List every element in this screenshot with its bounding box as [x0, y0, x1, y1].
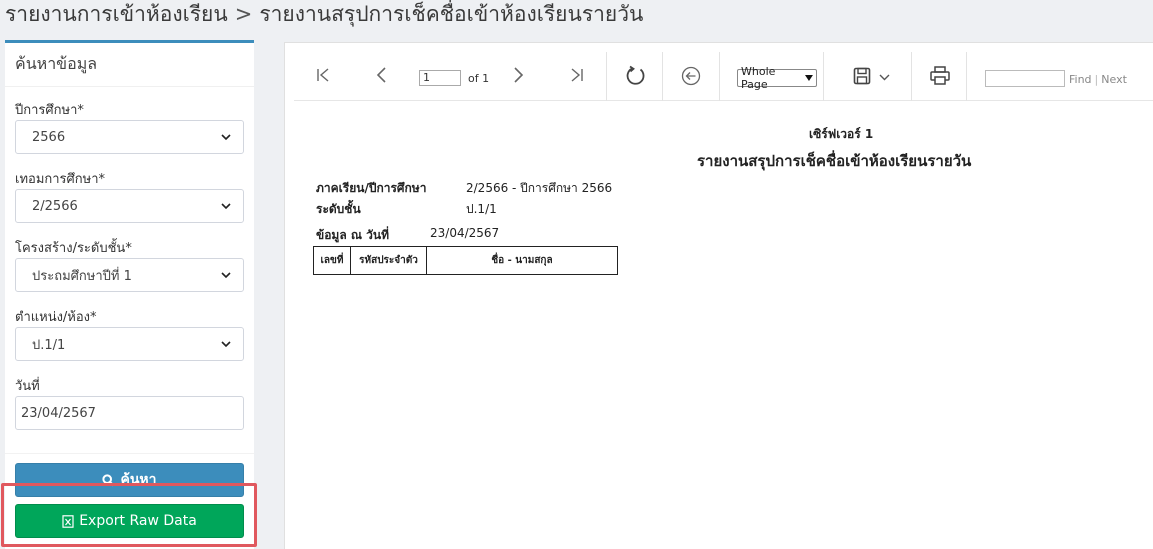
chevron-down-icon [805, 75, 813, 81]
refresh-group [607, 52, 663, 101]
report-table-header: เลขที่ รหัสประจำตัว ชื่อ - นามสกุล [313, 246, 618, 275]
print-icon[interactable] [930, 66, 950, 85]
year-label: ปีการศึกษา* [15, 103, 84, 118]
year-select[interactable]: 2566 [15, 120, 244, 154]
term-field: เทอมการศึกษา* 2/2566 [15, 168, 244, 223]
print-group [912, 52, 967, 101]
structure-label: โครงสร้าง/ระดับชั้น* [15, 241, 132, 256]
zoom-select-value: Whole Page [741, 65, 776, 91]
breadcrumb-parent[interactable]: รายงานการเข้าห้องเรียน [5, 2, 228, 26]
term-label: เทอมการศึกษา* [15, 172, 106, 187]
back-group [663, 52, 720, 101]
next-page-icon[interactable] [513, 66, 525, 84]
structure-select-value: ประถมศึกษาปีที่ 1 [32, 268, 132, 284]
column-header: ชื่อ - นามสกุล [426, 246, 618, 275]
find-separator: | [1094, 73, 1099, 86]
search-panel-title: ค้นหาข้อมูล [5, 43, 254, 87]
date-input-value: 23/04/2567 [21, 405, 96, 421]
page-title: รายงานการเข้าห้องเรียน > รายงานสรุปการเช็ค… [5, 0, 643, 30]
page-number-input[interactable]: 1 [419, 70, 461, 86]
date-label: วันที่ [15, 379, 40, 394]
export-group [824, 52, 912, 101]
next-link[interactable]: Next [1101, 73, 1127, 86]
report-viewer: 1 of 1 Whole Page Find | Next เซิร์ฟเวอร… [284, 42, 1153, 549]
back-icon[interactable] [681, 66, 701, 86]
structure-select[interactable]: ประถมศึกษาปีที่ 1 [15, 258, 244, 292]
report-level-label: ระดับชั้น [316, 202, 361, 216]
search-panel: ค้นหาข้อมูล ปีการศึกษา* 2566 เทอมการศึกษ… [5, 40, 254, 549]
chevron-down-icon [221, 134, 231, 141]
previous-page-icon[interactable] [375, 66, 387, 84]
room-label: ตำแหน่ง/ห้อง* [15, 310, 97, 325]
report-date-value: 23/04/2567 [430, 226, 500, 240]
last-page-icon[interactable] [570, 67, 584, 83]
find-input[interactable] [985, 70, 1065, 87]
panel-divider [5, 453, 254, 454]
breadcrumb-current: รายงานสรุปการเช็คชื่อเข้าห้องเรียนรายวัน [259, 2, 644, 26]
room-select-value: ป.1/1 [32, 337, 66, 353]
year-select-value: 2566 [32, 129, 66, 145]
chevron-down-icon[interactable] [879, 74, 890, 81]
zoom-select[interactable]: Whole Page [737, 65, 817, 91]
date-field: วันที่ 23/04/2567 [15, 375, 244, 430]
report-table: เลขที่ รหัสประจำตัว ชื่อ - นามสกุล [313, 246, 618, 275]
report-term-value: 2/2566 - ปีการศึกษา 2566 [466, 181, 613, 195]
column-header: เลขที่ [313, 246, 351, 275]
report-server-name: เซิร์ฟเวอร์ 1 [809, 127, 874, 141]
chevron-down-icon [221, 272, 231, 279]
first-page-icon[interactable] [316, 67, 330, 83]
viewer-toolbar: 1 of 1 Whole Page Find | Next [294, 52, 1153, 101]
date-input[interactable]: 23/04/2567 [15, 396, 244, 430]
highlight-box [1, 483, 257, 547]
room-field: ตำแหน่ง/ห้อง* ป.1/1 [15, 306, 244, 361]
room-select[interactable]: ป.1/1 [15, 327, 244, 361]
save-icon[interactable] [853, 67, 871, 85]
report-title: รายงานสรุปการเช็คชื่อเข้าห้องเรียนรายวัน [697, 152, 972, 170]
column-header: รหัสประจำตัว [350, 246, 427, 275]
find-link[interactable]: Find [1069, 73, 1092, 86]
structure-field: โครงสร้าง/ระดับชั้น* ประถมศึกษาปีที่ 1 [15, 237, 244, 292]
refresh-icon[interactable] [625, 65, 647, 87]
year-field: ปีการศึกษา* 2566 [15, 99, 244, 154]
chevron-down-icon [221, 203, 231, 210]
navigation-group: 1 of 1 [294, 52, 607, 101]
breadcrumb-separator: > [234, 2, 253, 26]
term-select-value: 2/2566 [32, 198, 78, 214]
report-level-value: ป.1/1 [466, 202, 497, 216]
report-date-label: ข้อมูล ณ วันที่ [316, 228, 390, 242]
page-count: of 1 [468, 72, 490, 85]
report-term-label: ภาคเรียน/ปีการศึกษา [316, 181, 427, 195]
term-select[interactable]: 2/2566 [15, 189, 244, 223]
find-controls: Find | Next [1069, 73, 1127, 86]
chevron-down-icon [221, 341, 231, 348]
zoom-group: Whole Page [720, 52, 824, 101]
